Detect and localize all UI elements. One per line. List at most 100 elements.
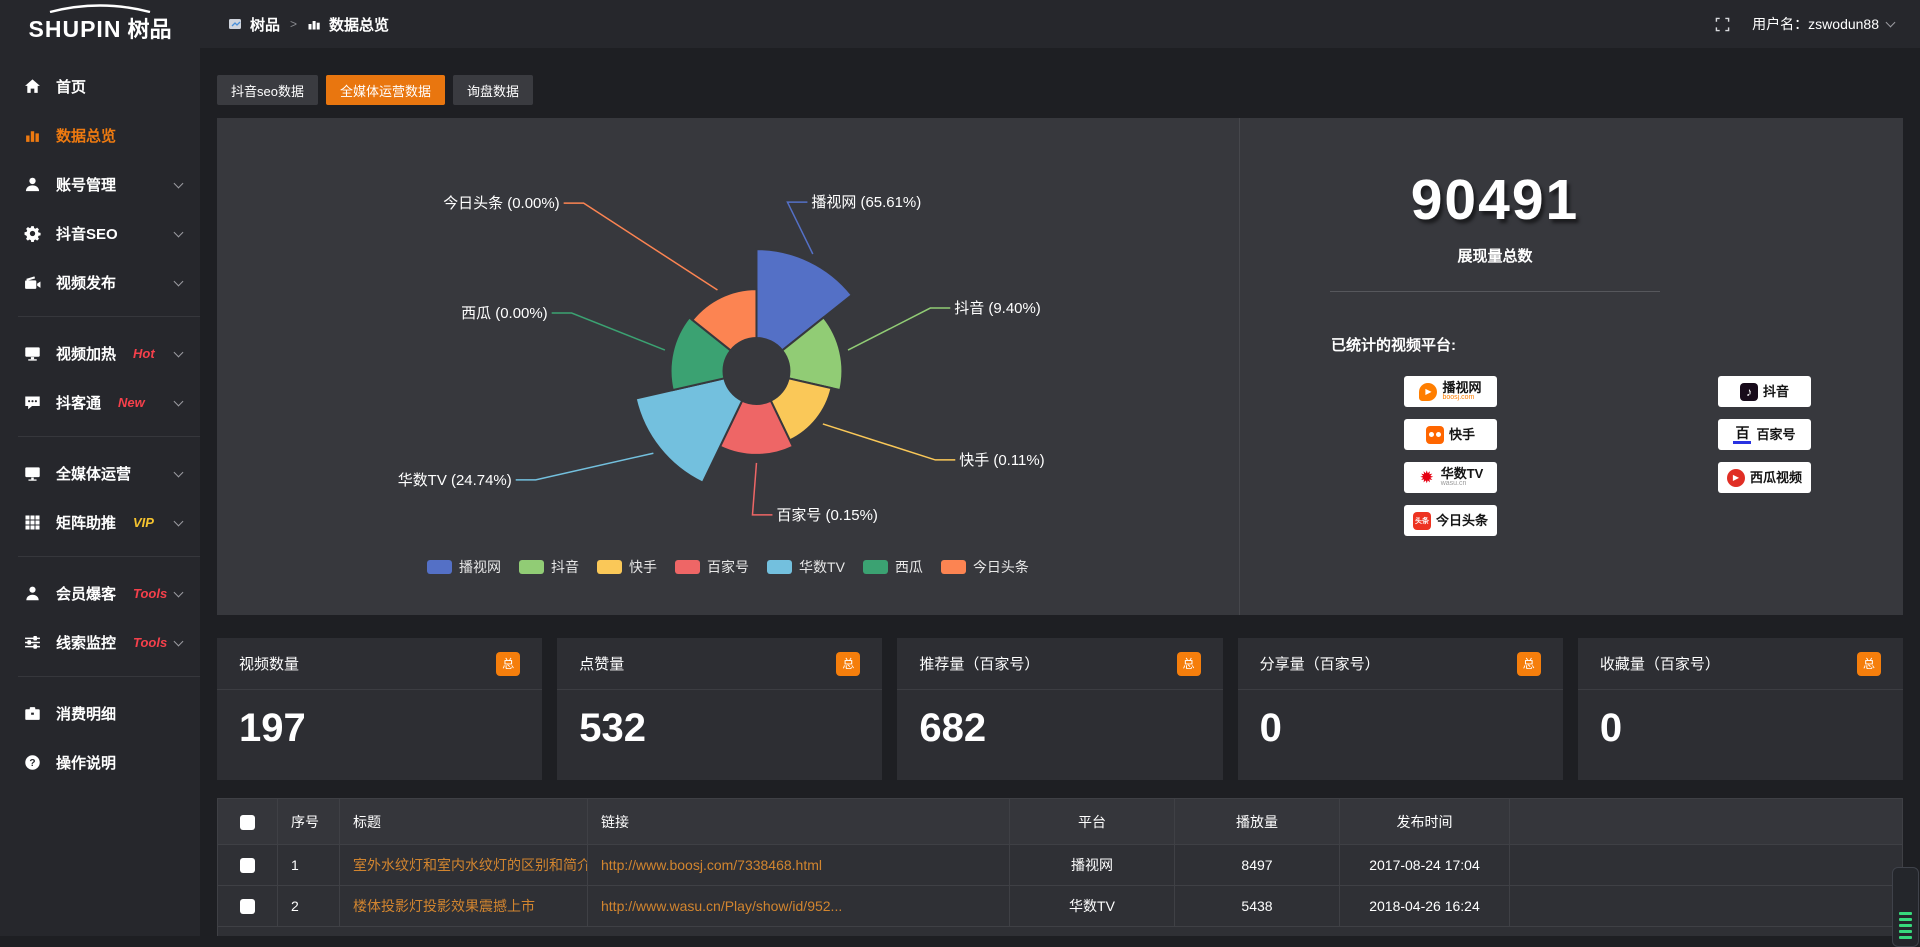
sidebar-item-label: 线索监控	[56, 632, 116, 653]
total-badge[interactable]: 总	[496, 652, 520, 676]
row-checkbox[interactable]	[240, 899, 255, 914]
select-all-checkbox[interactable]	[240, 815, 255, 830]
tab-3[interactable]: 询盘数据	[453, 75, 533, 105]
customer-service-widget[interactable]	[1892, 867, 1919, 947]
plays-cell: 8497	[1175, 845, 1340, 886]
platform-pill: ♪抖音	[1718, 376, 1811, 407]
total-impressions-label: 展现量总数	[1240, 245, 1750, 266]
sidebar-item-2[interactable]: 数据总览	[0, 111, 200, 160]
sidebar-item-10[interactable]: 会员爆客Tools	[0, 569, 200, 618]
legend-item-3[interactable]: 快手	[597, 557, 657, 577]
home-icon	[24, 78, 41, 95]
sidebar-item-3[interactable]: 账号管理	[0, 160, 200, 209]
user-menu[interactable]: 用户名：zswodun88	[1752, 14, 1894, 34]
kuaishou-icon	[1426, 426, 1444, 444]
legend-item-1[interactable]: 播视网	[427, 557, 501, 577]
video-camera-icon	[24, 274, 41, 291]
tab-2[interactable]: 全媒体运营数据	[326, 75, 445, 105]
main-content: 抖音seo数据全媒体运营数据询盘数据 播视网 (65.61%)抖音 (9.40%…	[200, 48, 1920, 936]
sidebar-item-13[interactable]: ?操作说明	[0, 738, 200, 787]
total-badge[interactable]: 总	[1177, 652, 1201, 676]
topbar-right: 用户名：zswodun88	[1715, 14, 1894, 34]
legend-item-7[interactable]: 今日头条	[941, 557, 1029, 577]
legend-item-2[interactable]: 抖音	[519, 557, 579, 577]
sidebar-item-1[interactable]: 首页	[0, 62, 200, 111]
stat-card-header: 分享量（百家号）总	[1238, 638, 1563, 690]
total-impressions-value: 90491	[1240, 167, 1750, 233]
chevron-down-icon	[174, 347, 184, 357]
legend-item-4[interactable]: 百家号	[675, 557, 749, 577]
stat-card-value: 197	[217, 690, 542, 751]
sidebar-item-label: 账号管理	[56, 174, 116, 195]
sidebar-item-5[interactable]: 视频发布	[0, 258, 200, 307]
video-title-link[interactable]: 室外水纹灯和室内水纹灯的区别和简介	[340, 845, 588, 886]
total-badge[interactable]: 总	[836, 652, 860, 676]
summary-section: 90491 展现量总数 已统计的视频平台: ▶播视网boosj.com快手✹华数…	[1240, 118, 1903, 615]
video-title-link[interactable]: 楼体投影灯投影效果震撼上市	[340, 886, 588, 927]
column-filler	[1510, 799, 1903, 845]
logo[interactable]: SHUPIN 树品	[0, 4, 200, 44]
stat-card-header: 推荐量（百家号）总	[897, 638, 1222, 690]
chevron-down-icon	[174, 396, 184, 406]
pie-slice-5[interactable]	[636, 378, 742, 482]
sidebar-item-badge: Hot	[133, 346, 155, 361]
breadcrumb-root[interactable]: 树品	[250, 14, 280, 35]
platform-name: 西瓜视频	[1750, 471, 1802, 485]
legend-label: 西瓜	[895, 557, 923, 577]
pie-label-line	[752, 463, 772, 515]
sidebar-item-11[interactable]: 线索监控Tools	[0, 618, 200, 667]
legend-swatch	[519, 560, 544, 574]
sidebar-item-label: 首页	[56, 76, 86, 97]
legend-swatch	[767, 560, 792, 574]
sidebar-item-8[interactable]: 全媒体运营	[0, 449, 200, 498]
platform-pill: ✹华数TVwasu.cn	[1404, 462, 1497, 493]
signal-bar	[1899, 930, 1912, 933]
row-checkbox[interactable]	[240, 858, 255, 873]
breadcrumb: 树品 > 数据总览	[228, 14, 389, 35]
legend-label: 今日头条	[973, 557, 1029, 577]
row-index: 2	[278, 886, 340, 927]
sidebar-item-label: 视频发布	[56, 272, 116, 293]
table-row-1: 1室外水纹灯和室内水纹灯的区别和简介http://www.boosj.com/7…	[218, 845, 1903, 886]
stat-card-label: 点赞量	[579, 653, 624, 674]
stat-card-3: 推荐量（百家号）总682	[897, 638, 1222, 780]
toutiao-icon: 头条	[1413, 512, 1431, 530]
pie-label: 快手 (0.11%)	[959, 452, 1044, 469]
chevron-down-icon	[174, 227, 184, 237]
pie-label: 今日头条 (0.00%)	[443, 195, 559, 212]
legend-swatch	[863, 560, 888, 574]
column-header: 链接	[588, 799, 1010, 845]
grid-icon	[24, 514, 41, 531]
total-badge[interactable]: 总	[1857, 652, 1881, 676]
legend-item-5[interactable]: 华数TV	[767, 557, 845, 577]
video-url-link[interactable]: http://www.boosj.com/7338468.html	[588, 845, 1010, 886]
legend-item-6[interactable]: 西瓜	[863, 557, 923, 577]
legend-swatch	[941, 560, 966, 574]
legend-swatch	[597, 560, 622, 574]
sliders-icon	[24, 634, 41, 651]
logo-text-cn: 树品	[127, 12, 171, 44]
stat-card-5: 收藏量（百家号）总0	[1578, 638, 1903, 780]
sidebar-item-6[interactable]: 视频加热Hot	[0, 329, 200, 378]
stat-card-value: 532	[557, 690, 882, 751]
legend-label: 抖音	[551, 557, 579, 577]
cell-filler	[1510, 845, 1903, 886]
sidebar-item-7[interactable]: 抖客通New	[0, 378, 200, 427]
video-url-link[interactable]: http://www.wasu.cn/Play/show/id/952...	[588, 886, 1010, 927]
platform-pill-text: 华数TVwasu.cn	[1441, 467, 1484, 488]
sidebar-item-label: 全媒体运营	[56, 463, 131, 484]
sidebar-item-9[interactable]: 矩阵助推VIP	[0, 498, 200, 547]
platform-subtext: boosj.com	[1442, 394, 1474, 402]
sidebar-item-label: 抖音SEO	[56, 223, 118, 244]
legend-label: 百家号	[707, 557, 749, 577]
column-header: 发布时间	[1340, 799, 1510, 845]
fullscreen-icon[interactable]	[1715, 17, 1730, 32]
signal-bar	[1899, 924, 1912, 927]
sidebar-item-12[interactable]: 消费明细	[0, 689, 200, 738]
sidebar-item-4[interactable]: 抖音SEO	[0, 209, 200, 258]
total-badge[interactable]: 总	[1517, 652, 1541, 676]
screen-icon	[24, 345, 41, 362]
signal-bar	[1899, 936, 1912, 939]
tab-1[interactable]: 抖音seo数据	[217, 75, 318, 105]
user-label: 用户名：zswodun88	[1752, 14, 1879, 34]
